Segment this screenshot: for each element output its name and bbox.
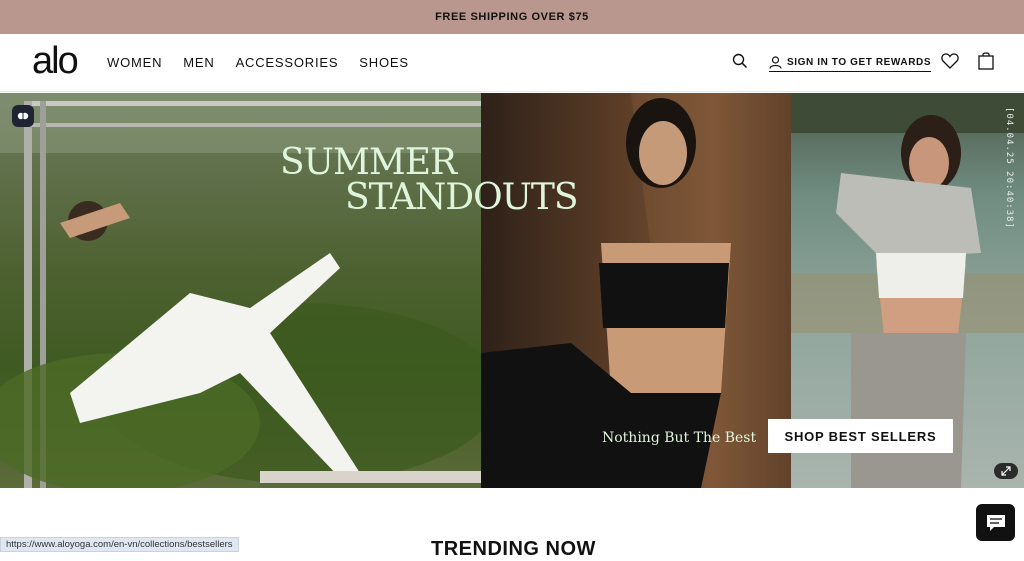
nav-men[interactable]: MEN <box>183 55 214 70</box>
shop-best-sellers-button[interactable]: SHOP BEST SELLERS <box>768 419 953 453</box>
hero-banner[interactable]: Nothing But The Best SUMMER STANDOUTS SH… <box>0 93 1024 488</box>
trending-title: TRENDING NOW <box>431 538 596 560</box>
hero-headline: SUMMER STANDOUTS <box>280 142 579 218</box>
hero-tagline: Nothing But The Best <box>602 430 757 446</box>
site-header: alo WOMEN MEN ACCESSORIES SHOES SIGN IN … <box>0 34 1024 92</box>
brain-icon <box>17 112 29 120</box>
sign-in-label: SIGN IN TO GET REWARDS <box>787 56 932 68</box>
user-icon <box>769 55 782 69</box>
search-icon[interactable] <box>732 53 748 69</box>
timestamp-text: [04.04.25 20:40:38] <box>1004 107 1014 229</box>
chat-button[interactable] <box>976 504 1015 541</box>
promo-text: FREE SHIPPING OVER $75 <box>435 11 589 23</box>
nav-shoes[interactable]: SHOES <box>359 55 409 70</box>
nav-women[interactable]: WOMEN <box>107 55 162 70</box>
sign-in-link[interactable]: SIGN IN TO GET REWARDS <box>769 54 932 72</box>
promo-banner: FREE SHIPPING OVER $75 <box>0 0 1024 34</box>
status-bar-url: https://www.aloyoga.com/en-vn/collection… <box>0 537 239 552</box>
expand-icon[interactable] <box>994 463 1018 479</box>
headline-line-1: SUMMER <box>280 142 457 183</box>
headline-line-2: STANDOUTS <box>345 177 579 218</box>
main-nav: WOMEN MEN ACCESSORIES SHOES <box>107 55 409 70</box>
heart-icon[interactable] <box>941 53 959 69</box>
alo-logo[interactable]: alo <box>32 40 79 83</box>
extension-brain-icon[interactable] <box>12 105 34 127</box>
nav-accessories[interactable]: ACCESSORIES <box>236 55 339 70</box>
chat-icon <box>986 514 1005 531</box>
arrows-expand-icon <box>1001 466 1011 476</box>
bag-icon[interactable] <box>978 51 994 70</box>
